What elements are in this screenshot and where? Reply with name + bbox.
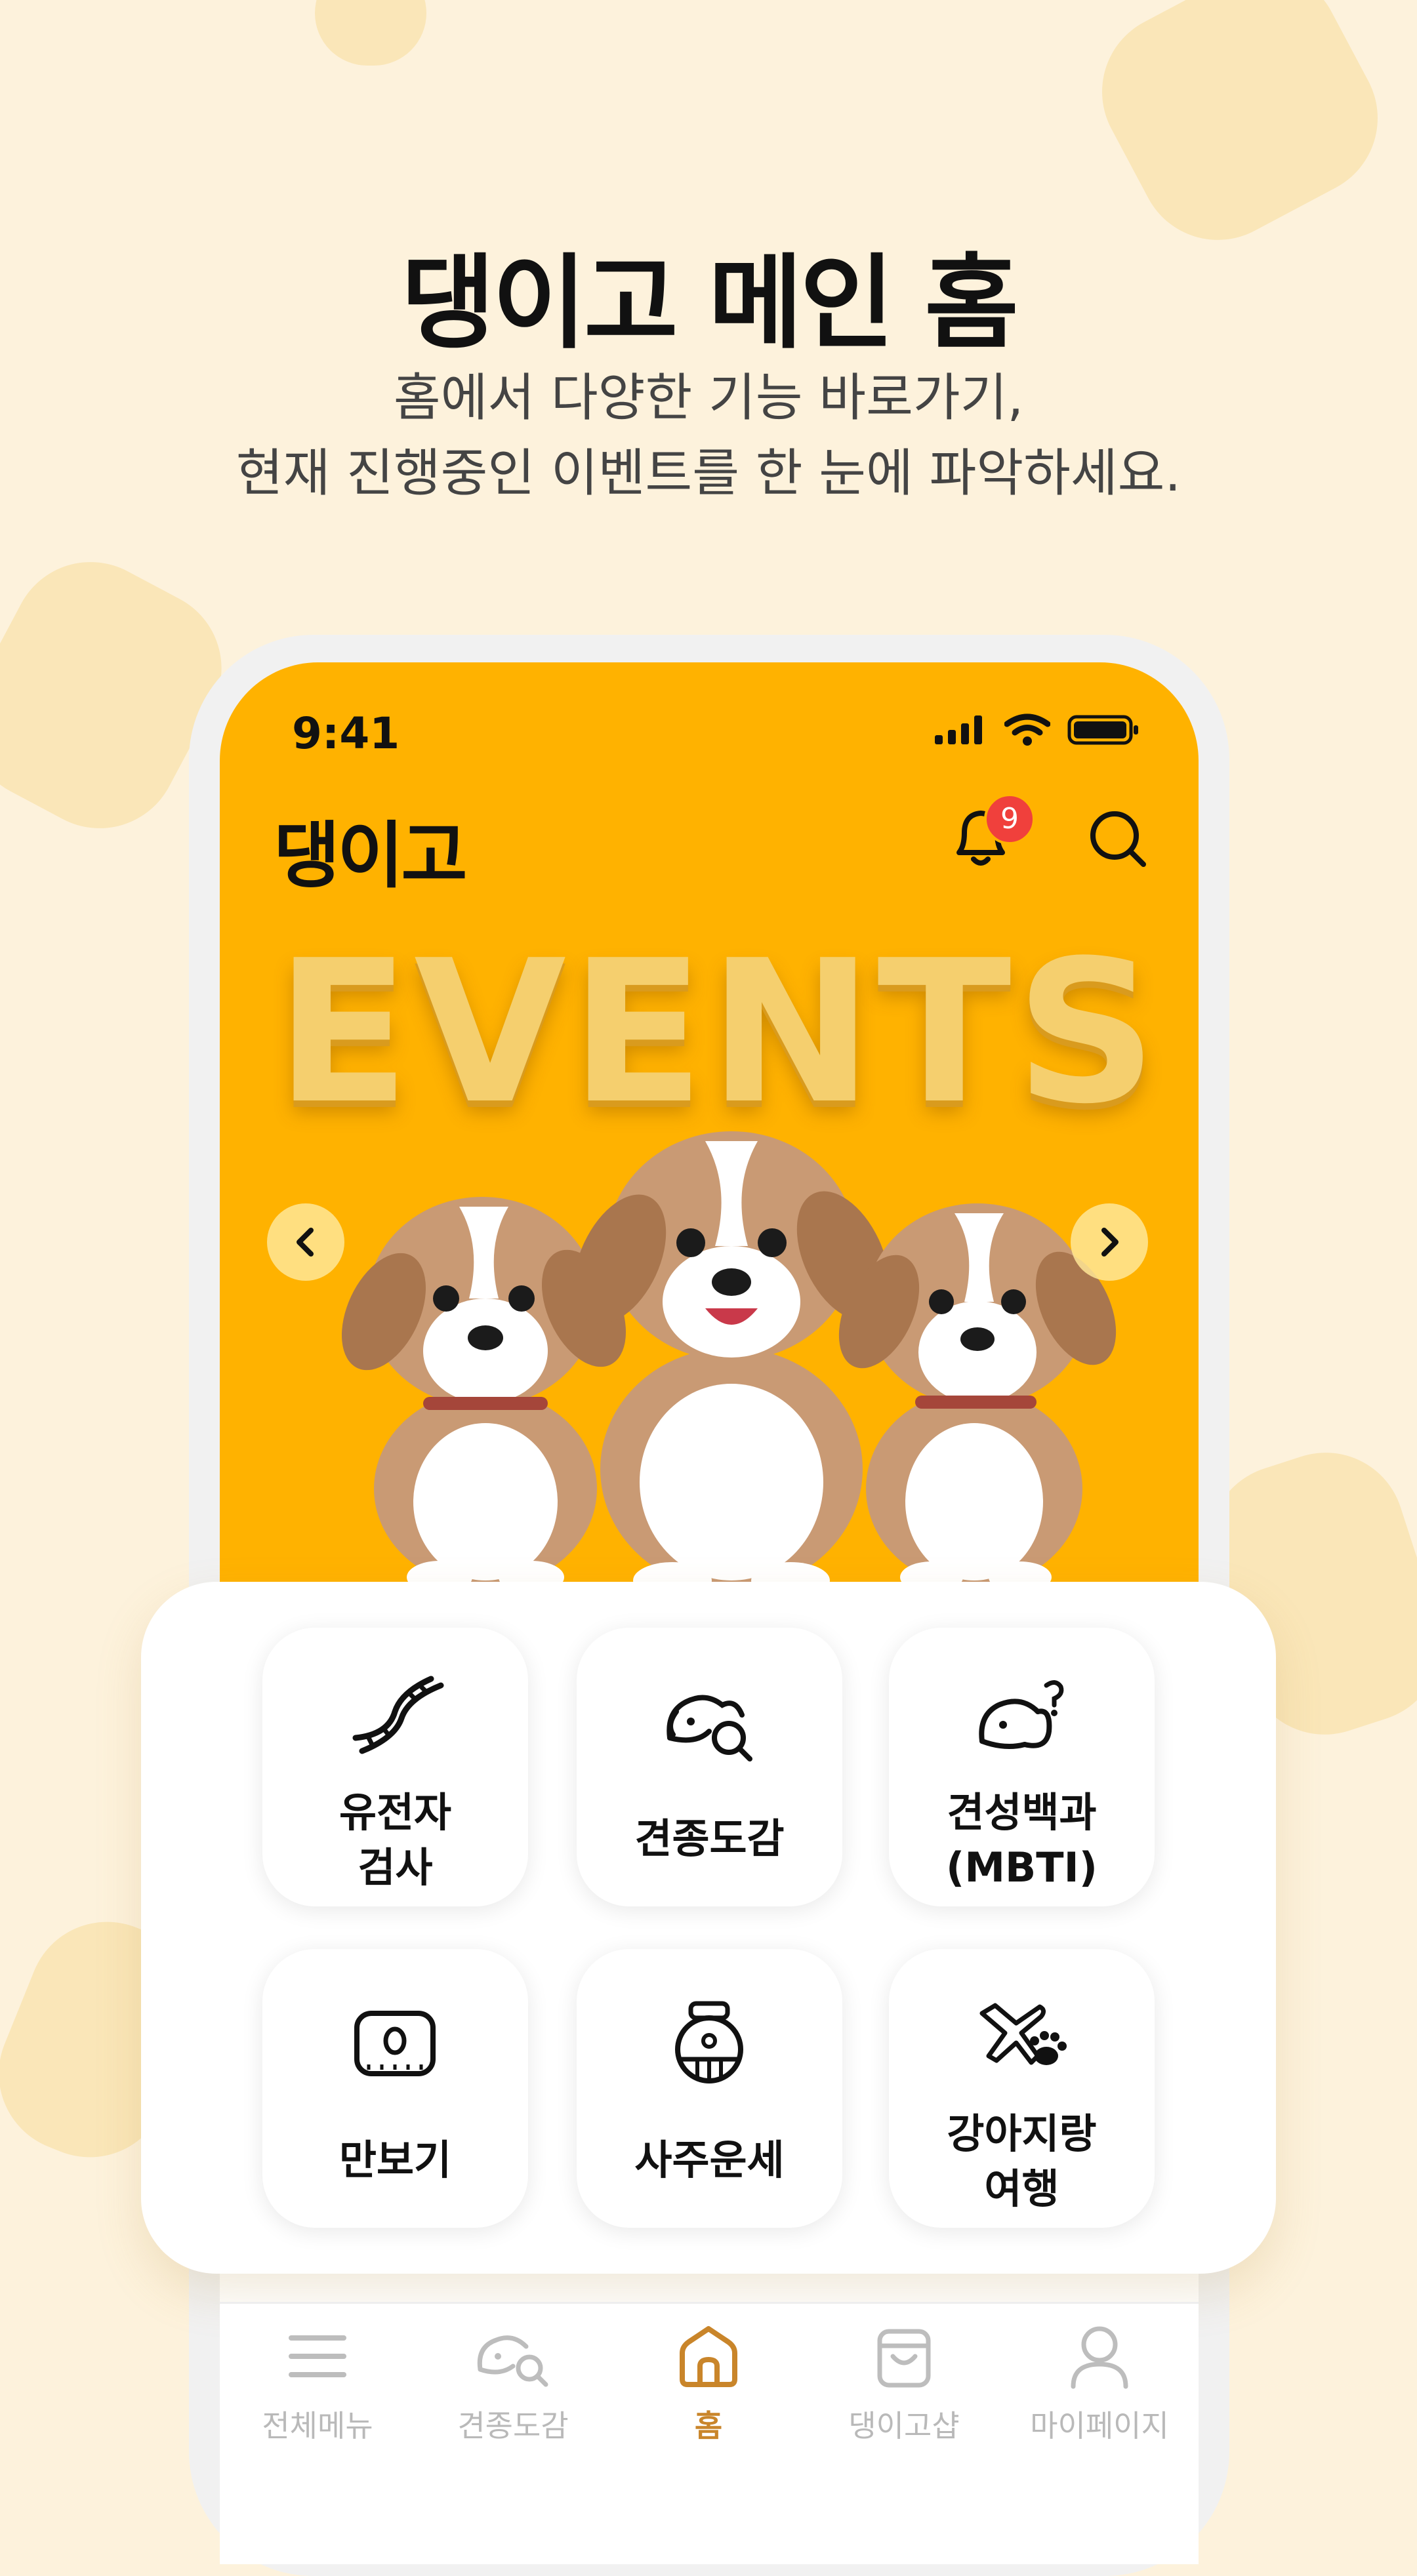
tab-label: 전체메뉴 bbox=[262, 2408, 373, 2444]
menu-item-dog-travel[interactable]: 강아지랑 여행 bbox=[889, 1949, 1155, 2228]
menu-item-label: 만보기 bbox=[339, 2136, 452, 2184]
status-icons bbox=[935, 714, 1140, 746]
menu-item-label: 사주운세 bbox=[634, 2136, 785, 2184]
menu-item-label: 강아지랑 여행 bbox=[947, 2110, 1097, 2213]
background-shape bbox=[315, 0, 426, 66]
status-time: 9:41 bbox=[292, 708, 400, 759]
tab-breed-guide[interactable]: 견종도감 bbox=[415, 2324, 611, 2445]
tab-label: 홈 bbox=[694, 2408, 723, 2444]
shopping-bag-icon bbox=[877, 2329, 931, 2388]
notification-badge: 9 bbox=[984, 794, 1035, 845]
tab-label: 마이페이지 bbox=[1030, 2408, 1169, 2444]
wifi-icon bbox=[1004, 714, 1050, 746]
menu-item-breed-guide[interactable]: 견종도감 bbox=[577, 1628, 842, 1906]
home-icon bbox=[680, 2326, 737, 2387]
fortune-pot-icon bbox=[675, 2001, 743, 2083]
event-banner[interactable]: 9:41 댕이고 9 EVENTS bbox=[220, 662, 1199, 1594]
chevron-left-icon bbox=[297, 1228, 314, 1257]
hamburger-menu-icon bbox=[289, 2335, 346, 2377]
menu-item-fortune[interactable]: 사주운세 bbox=[577, 1949, 842, 2228]
pedometer-icon bbox=[354, 2011, 436, 2076]
tab-label: 댕이고샵 bbox=[848, 2408, 960, 2444]
plane-paw-icon bbox=[979, 2003, 1067, 2065]
puppies-illustration bbox=[341, 1131, 1117, 1594]
promo-headline: 댕이고 메인 홈 bbox=[401, 243, 1019, 363]
tab-my-page[interactable]: 마이페이지 bbox=[1002, 2324, 1197, 2445]
user-icon bbox=[1071, 2326, 1128, 2389]
quick-menu-card: 유전자 검사 견종도감 견성백과 (MBTI) 만보기 사주운세 강아지랑 여행 bbox=[141, 1582, 1276, 2274]
menu-item-label: 견성백과 (MBTI) bbox=[946, 1788, 1098, 1891]
menu-item-pedometer[interactable]: 만보기 bbox=[262, 1949, 528, 2228]
tab-all-menu[interactable]: 전체메뉴 bbox=[220, 2324, 415, 2445]
dog-question-icon bbox=[979, 1680, 1064, 1749]
promo-subtitle-line: 현재 진행중인 이벤트를 한 눈에 파악하세요. bbox=[236, 444, 1181, 503]
menu-item-label: 견종도감 bbox=[634, 1815, 785, 1862]
dna-icon bbox=[352, 1676, 444, 1754]
bottom-tab-bar: 전체메뉴 견종도감 홈 댕이고샵 마이페이지 bbox=[220, 2302, 1199, 2520]
tab-label: 견종도감 bbox=[457, 2408, 569, 2444]
dog-search-icon bbox=[667, 1695, 752, 1761]
banner-next-button[interactable] bbox=[1071, 1203, 1148, 1281]
tab-shop[interactable]: 댕이고샵 bbox=[806, 2324, 1002, 2445]
banner-prev-button[interactable] bbox=[267, 1203, 344, 1281]
signal-icon bbox=[935, 715, 982, 744]
menu-item-gene-test[interactable]: 유전자 검사 bbox=[262, 1628, 528, 1906]
menu-item-label: 유전자 검사 bbox=[339, 1788, 452, 1891]
search-icon[interactable] bbox=[1086, 807, 1151, 872]
tab-home[interactable]: 홈 bbox=[611, 2324, 806, 2445]
promo-subtitle-line: 홈에서 다양한 기능 바로가기, bbox=[393, 369, 1024, 428]
promo-subtitle: 홈에서 다양한 기능 바로가기, 현재 진행중인 이벤트를 한 눈에 파악하세요… bbox=[0, 361, 1417, 512]
battery-icon bbox=[1067, 715, 1138, 745]
app-logo[interactable]: 댕이고 bbox=[274, 797, 468, 902]
dog-search-icon bbox=[477, 2335, 548, 2387]
chevron-right-icon bbox=[1101, 1228, 1119, 1257]
menu-item-dog-mbti[interactable]: 견성백과 (MBTI) bbox=[889, 1628, 1155, 1906]
